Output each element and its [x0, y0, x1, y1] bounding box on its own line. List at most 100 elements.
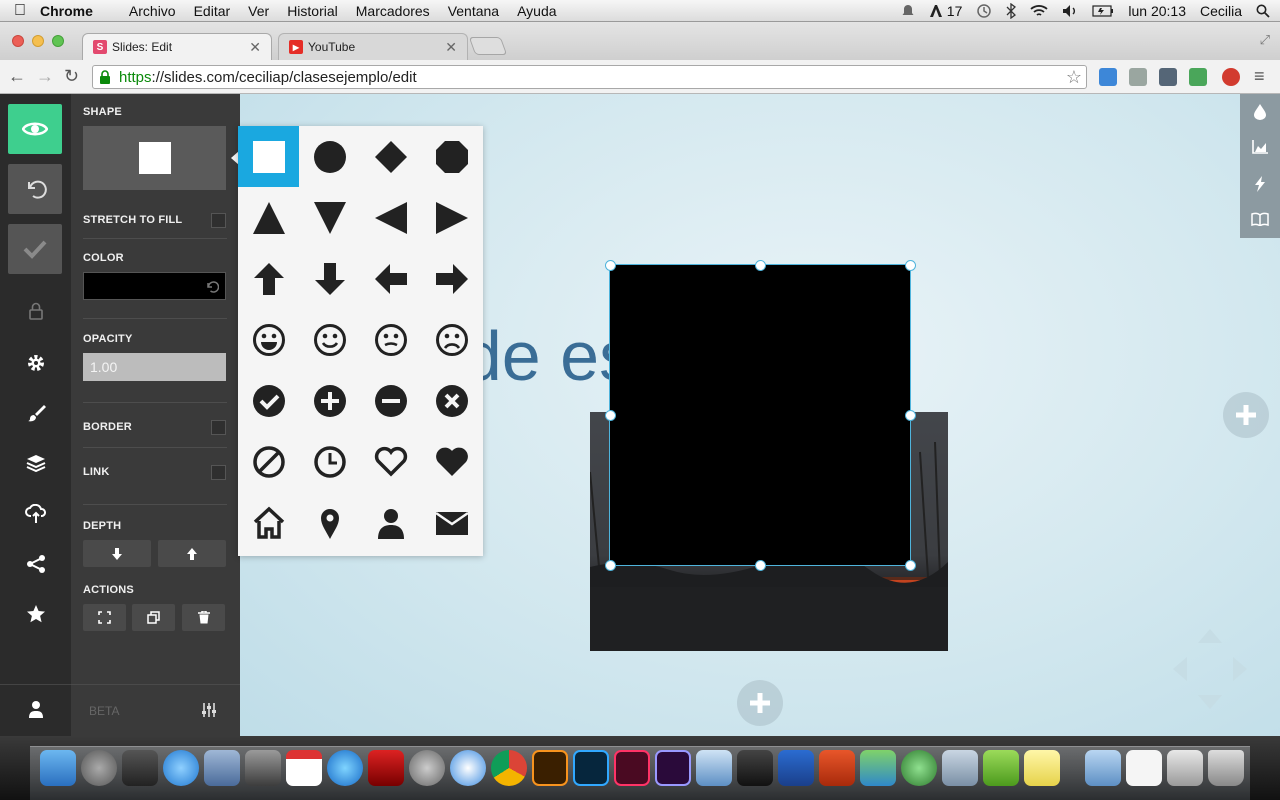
shape-triangle-up[interactable] — [238, 187, 299, 248]
address-bar[interactable]: https://slides.com/ceciliap/clasesejempl… — [92, 65, 1087, 89]
share-button[interactable] — [0, 554, 71, 574]
favorite-button[interactable] — [0, 604, 71, 624]
camera-extension-icon[interactable] — [1159, 68, 1177, 86]
save-button[interactable] — [8, 224, 62, 274]
import-button[interactable] — [0, 504, 71, 524]
menu-archivo[interactable]: Archivo — [129, 3, 176, 19]
preview-app-icon[interactable] — [696, 750, 732, 786]
reload-icon[interactable]: ↻ — [64, 66, 79, 87]
shape-triangle-down[interactable] — [299, 187, 360, 248]
chrome-icon[interactable] — [491, 750, 527, 786]
menu-app-name[interactable]: Chrome — [40, 3, 93, 19]
shape-smiley-meh[interactable] — [360, 309, 421, 370]
link-checkbox[interactable] — [211, 465, 226, 480]
resize-handle-e[interactable] — [905, 410, 916, 421]
shape-square[interactable] — [238, 126, 299, 187]
shape-envelope[interactable] — [421, 492, 482, 553]
facetime-icon[interactable] — [245, 750, 281, 786]
shape-smiley[interactable] — [299, 309, 360, 370]
shape-triangle-left[interactable] — [360, 187, 421, 248]
evernote-icon[interactable] — [983, 750, 1019, 786]
tab-close-icon[interactable]: ✕ — [249, 39, 261, 56]
extension-icon[interactable] — [1129, 68, 1147, 86]
menubar-user[interactable]: Cecilia — [1200, 3, 1242, 19]
launchpad-icon[interactable] — [81, 750, 117, 786]
shape-arrow-right[interactable] — [421, 248, 482, 309]
reset-color-icon[interactable] — [205, 280, 219, 294]
shape-smiley-happy[interactable] — [238, 309, 299, 370]
shape-person[interactable] — [360, 492, 421, 553]
shape-arrow-up[interactable] — [238, 248, 299, 309]
shape-ban[interactable] — [238, 431, 299, 492]
illustrator-icon[interactable] — [532, 750, 568, 786]
app-store-icon[interactable] — [163, 750, 199, 786]
download-app-icon[interactable] — [901, 750, 937, 786]
forward-icon[interactable]: → — [36, 66, 54, 87]
account-button[interactable] — [0, 700, 71, 718]
theme-color-button[interactable] — [1240, 104, 1280, 120]
time-machine-icon[interactable] — [976, 3, 992, 19]
premiere-icon[interactable] — [655, 750, 691, 786]
trash-icon[interactable] — [1208, 750, 1244, 786]
photo-booth-icon[interactable] — [368, 750, 404, 786]
satellite-app-icon[interactable] — [942, 750, 978, 786]
resize-handle-se[interactable] — [905, 560, 916, 571]
shape-preview[interactable] — [83, 126, 226, 190]
back-icon[interactable]: ← — [8, 66, 26, 87]
shape-pin[interactable] — [299, 492, 360, 553]
system-preferences-icon[interactable] — [409, 750, 445, 786]
window-minimize-button[interactable] — [32, 35, 44, 47]
resize-handle-ne[interactable] — [905, 260, 916, 271]
notes-button[interactable] — [1240, 212, 1280, 226]
undo-button[interactable] — [8, 164, 62, 214]
bookmark-star-icon[interactable]: ☆ — [1066, 67, 1082, 88]
menu-marcadores[interactable]: Marcadores — [356, 3, 430, 19]
word-icon[interactable] — [778, 750, 814, 786]
bring-forward-button[interactable] — [158, 540, 226, 567]
tab-youtube[interactable]: ▶ YouTube ✕ — [278, 33, 468, 60]
messenger-icon[interactable] — [860, 750, 896, 786]
bluetooth-icon[interactable] — [1006, 3, 1017, 19]
photoshop-icon[interactable] — [573, 750, 609, 786]
preview-button[interactable] — [8, 104, 62, 154]
final-cut-icon[interactable] — [737, 750, 773, 786]
adblock-extension-icon[interactable] — [1222, 68, 1240, 86]
resize-handle-n[interactable] — [755, 260, 766, 271]
volume-icon[interactable] — [1062, 4, 1078, 18]
applications-folder-icon[interactable] — [1085, 750, 1121, 786]
window-zoom-button[interactable] — [52, 35, 64, 47]
calendar-icon[interactable] — [286, 750, 322, 786]
stickies-icon[interactable] — [1024, 750, 1060, 786]
powerpoint-icon[interactable] — [819, 750, 855, 786]
transitions-button[interactable] — [1240, 176, 1280, 192]
spotlight-search-icon[interactable] — [1256, 4, 1270, 18]
menu-ver[interactable]: Ver — [248, 3, 269, 19]
shape-plus-circle[interactable] — [299, 370, 360, 431]
border-checkbox[interactable] — [211, 420, 226, 435]
mail-icon[interactable] — [204, 750, 240, 786]
notification-bell-icon[interactable] — [901, 4, 915, 18]
adobe-icon[interactable]: 17 — [929, 3, 962, 19]
mission-control-icon[interactable] — [122, 750, 158, 786]
shape-smiley-sad[interactable] — [421, 309, 482, 370]
shape-x-circle[interactable] — [421, 370, 482, 431]
resize-handle-w[interactable] — [605, 410, 616, 421]
layers-button[interactable] — [0, 454, 71, 472]
shape-diamond[interactable] — [360, 126, 421, 187]
selected-square-shape[interactable] — [609, 264, 911, 566]
document-icon[interactable] — [1126, 750, 1162, 786]
duplicate-button[interactable] — [132, 604, 175, 631]
itunes-icon[interactable] — [327, 750, 363, 786]
slide-navigation-arrows-icon[interactable] — [1170, 624, 1250, 714]
menu-ayuda[interactable]: Ayuda — [517, 3, 556, 19]
shape-circle[interactable] — [299, 126, 360, 187]
puzzle-extension-icon[interactable] — [1189, 68, 1207, 86]
expand-button[interactable] — [83, 604, 126, 631]
resize-handle-s[interactable] — [755, 560, 766, 571]
shape-arrow-down[interactable] — [299, 248, 360, 309]
shape-octagon[interactable] — [421, 126, 482, 187]
editor-settings-button[interactable] — [201, 702, 217, 723]
menu-ventana[interactable]: Ventana — [448, 3, 499, 19]
shape-clock[interactable] — [299, 431, 360, 492]
resize-handle-nw[interactable] — [605, 260, 616, 271]
